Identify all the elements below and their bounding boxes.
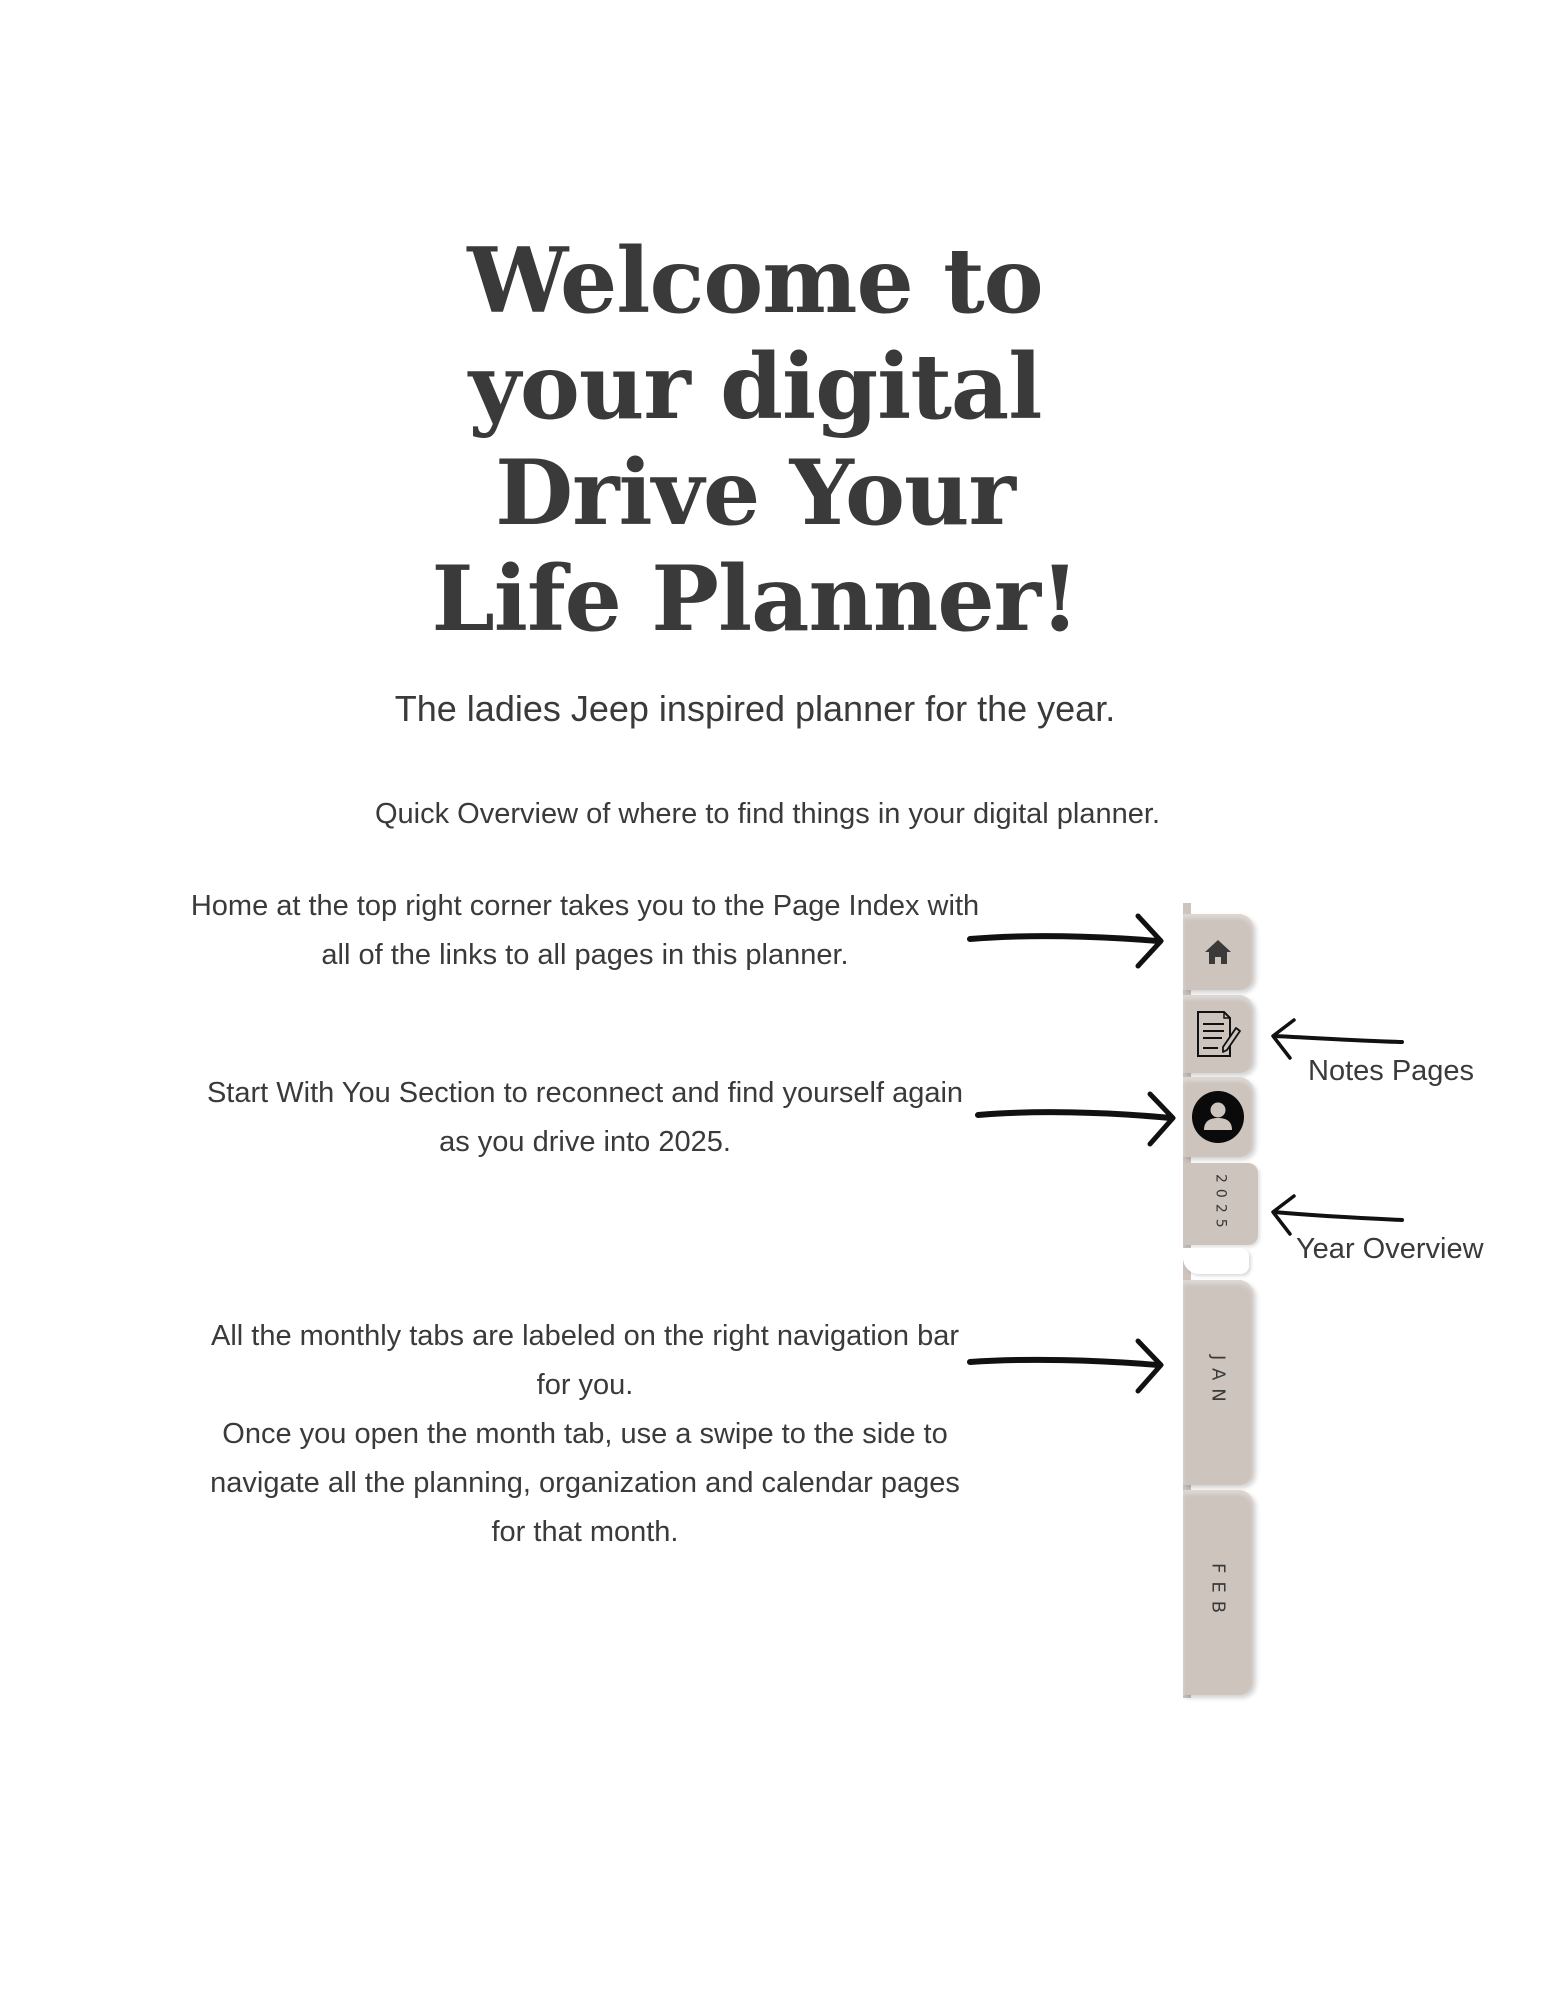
arrow-right-icon xyxy=(975,1091,1176,1147)
subtitle: The ladies Jeep inspired planner for the… xyxy=(394,688,1116,729)
overview-heading: Quick Overview of where to find things i… xyxy=(374,798,1160,830)
user-circle-icon xyxy=(1192,1091,1244,1143)
arrow-right-icon xyxy=(967,1338,1164,1394)
start-with-you-instruction: Start With You Section to reconnect and … xyxy=(125,1069,1045,1167)
tab-label: FEB xyxy=(1207,1563,1229,1622)
notes-pages-label: Notes Pages xyxy=(1308,1055,1475,1087)
monthly-tabs-instruction: All the monthly tabs are labeled on the … xyxy=(125,1312,1045,1557)
home-icon xyxy=(1205,940,1231,964)
instruction-line: All the monthly tabs are labeled on the … xyxy=(210,1320,960,1352)
instruction-line: for you. xyxy=(536,1369,634,1401)
tab-divider xyxy=(1183,1248,1249,1274)
instruction-line: Start With You Section to reconnect and … xyxy=(206,1077,964,1109)
instruction-line: for that month. xyxy=(491,1516,679,1548)
instruction-line: Once you open the month tab, use a swipe… xyxy=(222,1418,948,1450)
year-overview-label: Year Overview xyxy=(1296,1233,1484,1265)
nav-tab-jan[interactable]: JAN xyxy=(1183,1280,1253,1485)
nav-tab-year-2025[interactable]: 2025 xyxy=(1183,1163,1258,1245)
instruction-line: as you drive into 2025. xyxy=(439,1126,731,1158)
title-line: Welcome to xyxy=(467,228,1043,334)
instruction-line: all of the links to all pages in this pl… xyxy=(321,939,849,971)
nav-tab-home[interactable] xyxy=(1183,914,1253,990)
nav-tab-start-with-you[interactable] xyxy=(1183,1077,1253,1157)
title-line: Life Planner! xyxy=(431,546,1079,652)
arrow-right-icon xyxy=(967,913,1164,969)
title-line: your digital xyxy=(468,334,1043,440)
nav-tab-feb[interactable]: FEB xyxy=(1183,1490,1253,1695)
instruction-line: Home at the top right corner takes you t… xyxy=(190,890,980,922)
page-title: Welcome to your digital Drive Your Life … xyxy=(0,228,1510,652)
home-instruction: Home at the top right corner takes you t… xyxy=(125,882,1045,980)
title-line: Drive Your xyxy=(495,440,1016,546)
tab-label: 2025 xyxy=(1212,1174,1229,1234)
tab-label: JAN xyxy=(1207,1355,1229,1410)
instruction-line: navigate all the planning, organization … xyxy=(210,1467,960,1499)
nav-tab-notes[interactable] xyxy=(1183,995,1253,1073)
notes-pencil-icon xyxy=(1197,1011,1241,1057)
